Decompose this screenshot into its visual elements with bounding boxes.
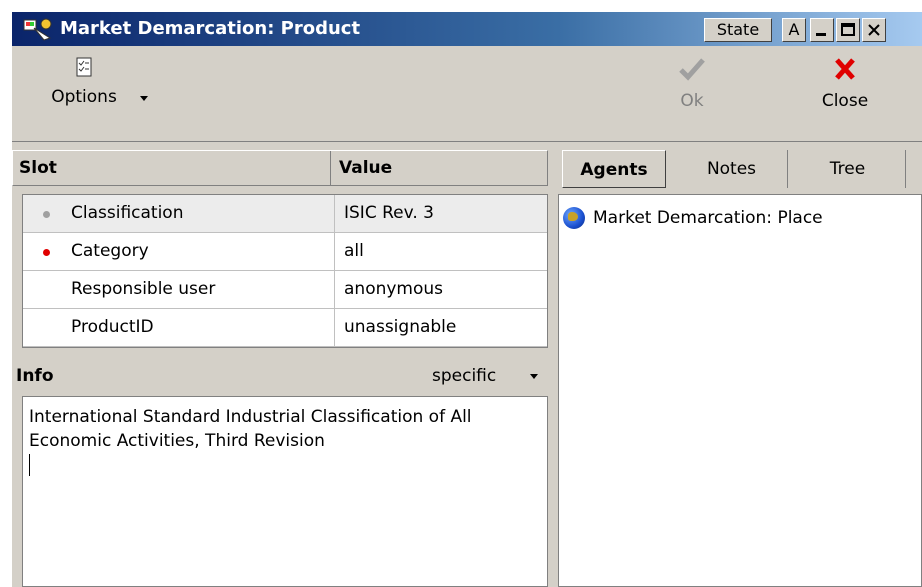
maximize-icon [841,23,855,36]
slot-name: Classification [71,203,184,223]
info-textarea[interactable]: International Standard Industrial Classi… [22,396,548,587]
close-icon [868,24,880,36]
info-text: International Standard Industrial Classi… [29,407,472,451]
slot-name: ProductID [71,317,154,337]
agents-pane: Agents Notes Tree Market Demarcation: Pl… [558,142,922,587]
ok-button[interactable]: Ok [662,56,722,111]
chevron-down-icon[interactable] [530,374,538,379]
value-cell[interactable]: unassignable [336,309,547,346]
tab-bar: Agents Notes Tree [558,150,922,190]
app-icon [23,18,52,41]
options-icon [76,57,92,77]
close-button[interactable]: Close [810,56,880,111]
slot-column-header[interactable]: Slot [13,151,331,185]
options-button[interactable]: Options [44,56,124,107]
checkmark-icon [679,58,705,81]
state-button[interactable]: State [704,18,772,42]
globe-icon [563,207,585,229]
a-button[interactable]: A [782,18,806,42]
ok-label: Ok [680,91,704,111]
slot-pane: Slot Value Classification ISIC Rev. 3 Ca… [12,142,558,587]
table-row[interactable]: Category all [23,233,547,271]
minimize-button[interactable] [810,18,834,42]
red-marker-icon [43,249,50,256]
tab-notes[interactable]: Notes [676,150,788,188]
maximize-button[interactable] [836,18,860,42]
slot-cell: Category [23,233,335,270]
value-column-header[interactable]: Value [333,151,547,185]
title-bar[interactable]: Market Demarcation: Product State A [12,12,922,46]
toolbar: Options Ok Close [12,46,922,142]
table-row[interactable]: Responsible user anonymous [23,271,547,309]
agent-label: Market Demarcation: Place [593,208,823,228]
value-cell[interactable]: anonymous [336,271,547,308]
minimize-icon [816,33,826,36]
slot-cell: Responsible user [23,271,335,308]
options-label: Options [51,87,117,107]
grey-marker-icon [43,211,50,218]
close-label: Close [821,91,869,111]
info-header: Info specific [12,358,548,394]
close-window-button[interactable] [862,18,886,42]
tab-agents[interactable]: Agents [562,150,666,188]
table-row[interactable]: Classification ISIC Rev. 3 [23,195,547,233]
slot-table-header: Slot Value [12,150,548,186]
tab-tree[interactable]: Tree [790,150,906,188]
slot-cell: Classification [23,195,335,232]
slot-name: Responsible user [71,279,216,299]
window-title: Market Demarcation: Product [60,18,361,39]
text-caret [29,454,30,476]
agent-list: Market Demarcation: Place [558,194,922,587]
close-x-icon [835,58,855,80]
info-title: Info [16,366,54,386]
value-cell[interactable]: all [336,233,547,270]
slot-cell: ProductID [23,309,335,346]
slot-table: Classification ISIC Rev. 3 Category all … [22,194,548,348]
table-row[interactable]: ProductID unassignable [23,309,547,347]
value-cell[interactable]: ISIC Rev. 3 [336,195,547,232]
options-dropdown-icon[interactable] [140,96,148,101]
slot-name: Category [71,241,149,261]
info-mode-select[interactable]: specific [432,366,496,386]
